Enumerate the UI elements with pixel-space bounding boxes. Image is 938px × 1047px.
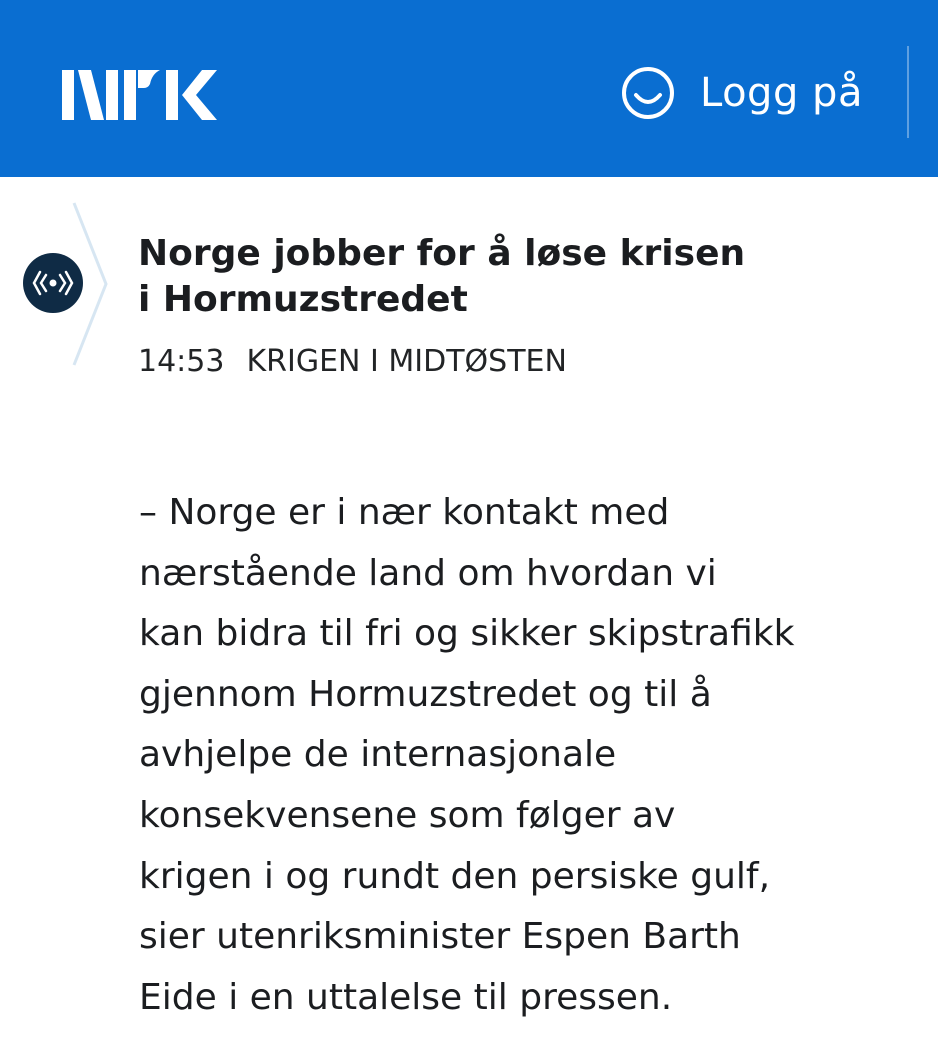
nrk-logo-icon [62,70,217,120]
quote-line: konsekvensene som følger av [139,794,676,836]
smiley-user-icon [620,65,676,121]
teaser-time: 14:53 [138,344,225,379]
quote-line: krigen i og rundt den persiske gulf, [139,855,771,897]
quote-line: kan bidra til fri og sikker skipstrafikk [139,613,795,655]
quote-line: gjennom Hormuzstredet og til å [139,673,712,715]
login-label: Logg på [700,70,863,116]
login-button[interactable]: Logg på [620,62,863,124]
quote-line: Eide i en uttalelse til pressen. [139,976,673,1018]
teaser-category: KRIGEN I MIDTØSTEN [246,344,567,379]
live-broadcast-icon [32,270,74,296]
live-teaser[interactable]: Norge jobber for å løse krisen i Hormuzs… [0,177,938,407]
quote-line: – Norge er i nær kontakt med [139,492,670,533]
live-badge [23,253,83,313]
header-divider [907,46,909,138]
teaser-title-line: Norge jobber for å løse krisen [138,233,746,274]
quote-line: sier utenriksminister Espen Barth [139,916,741,958]
quote-line: avhjelpe de internasjonale [139,734,617,776]
teaser-title-line: i Hormuzstredet [138,279,468,320]
article-quote: – Norge er i nær kontakt med nærstående … [139,483,909,1028]
top-header: Logg på [0,0,938,177]
quote-line: nærstående land om hvordan vi [139,552,717,594]
nrk-logo[interactable] [62,64,218,120]
teaser-title[interactable]: Norge jobber for å løse krisen i Hormuzs… [138,231,838,323]
teaser-meta: 14:53 KRIGEN I MIDTØSTEN [138,343,567,381]
